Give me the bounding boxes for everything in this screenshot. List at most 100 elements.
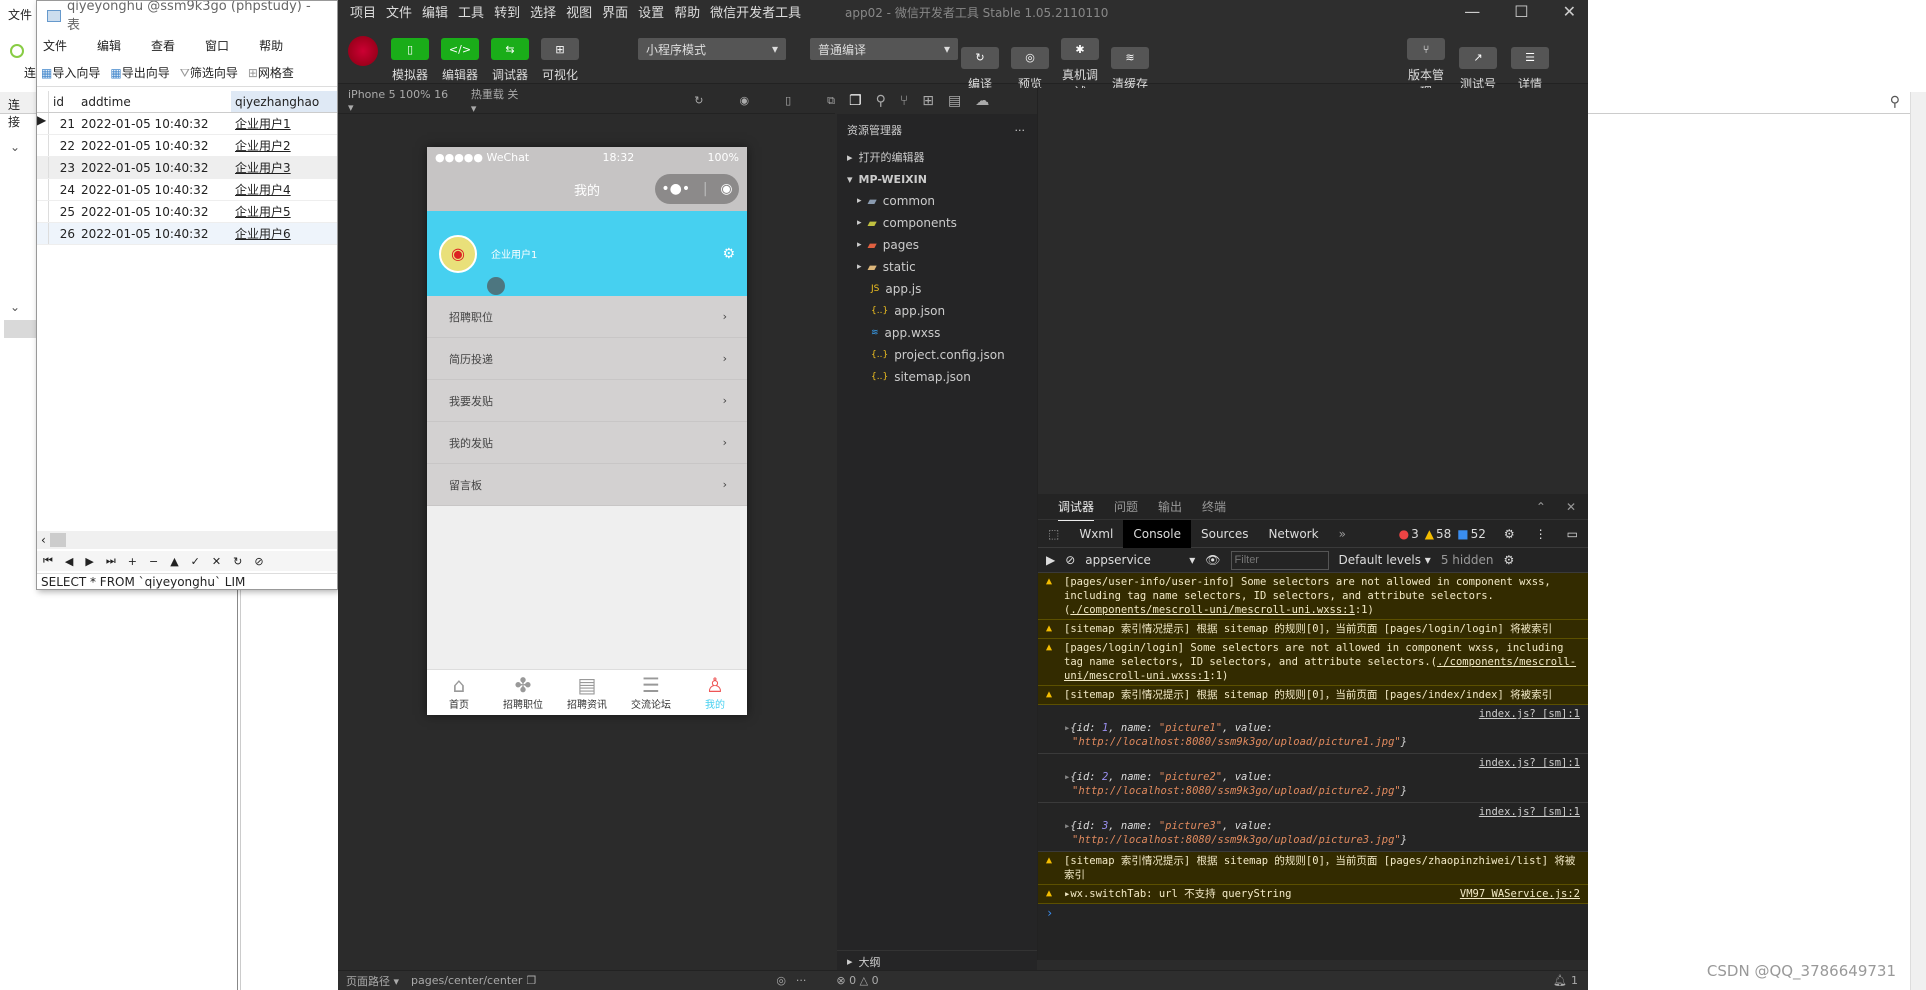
record-nav-button[interactable]: ↻: [233, 555, 242, 568]
cell-addtime[interactable]: 2022-01-05 10:40:32: [79, 139, 231, 153]
outline-icon[interactable]: ▤: [948, 93, 961, 109]
menu-item[interactable]: 项目: [350, 2, 376, 21]
record-nav-button[interactable]: ✕: [212, 555, 221, 568]
more-tabs-icon[interactable]: »: [1329, 527, 1356, 541]
tab-bar-item[interactable]: ⌂ 首页: [427, 670, 491, 715]
toolbar-button[interactable]: ☰ 详情: [1508, 46, 1552, 92]
cell-qiyezhanghao[interactable]: 企业用户1: [231, 115, 337, 132]
menu-item[interactable]: 编辑: [422, 2, 448, 21]
toolbar-button[interactable]: ↻ 编译: [958, 46, 1002, 92]
file-tree-item[interactable]: JS app.js: [837, 278, 1037, 300]
stop-icon[interactable]: ◉: [739, 94, 749, 107]
menu-item[interactable]: 视图: [566, 2, 592, 21]
tree-selected-item[interactable]: [4, 320, 36, 338]
cell-id[interactable]: 24: [49, 183, 79, 197]
cell-qiyezhanghao[interactable]: 企业用户3: [231, 159, 337, 176]
search-icon[interactable]: ⚲: [876, 93, 886, 109]
cell-qiyezhanghao[interactable]: 企业用户4: [231, 181, 337, 198]
table-row[interactable]: 24 2022-01-05 10:40:32 企业用户4: [37, 179, 337, 201]
outline-section[interactable]: ▸ 大纲: [837, 950, 1037, 972]
menu-item[interactable]: 设置: [638, 2, 664, 21]
cell-addtime[interactable]: 2022-01-05 10:40:32: [79, 117, 231, 131]
settings-icon[interactable]: ⚙: [1494, 527, 1525, 541]
profile-menu-item[interactable]: 我要发贴 ›: [427, 380, 747, 422]
import-wizard-button[interactable]: ▦导入向导: [41, 64, 100, 81]
menu-item[interactable]: 工具: [458, 2, 484, 21]
menu-item[interactable]: 编辑: [97, 37, 121, 54]
phone-icon[interactable]: ▯: [785, 94, 791, 107]
minimize-icon[interactable]: —: [1464, 2, 1480, 21]
eye-icon[interactable]: 👁: [1205, 553, 1220, 567]
object-preview[interactable]: ▸{id: 1, name: "picture1", value: "http:…: [1064, 721, 1580, 749]
inspect-icon[interactable]: ⬚: [1038, 527, 1069, 541]
tab-bar-item[interactable]: ☰ 交流论坛: [619, 670, 683, 715]
collapse-icon[interactable]: ⌃: [1536, 500, 1546, 514]
menu-item[interactable]: 界面: [602, 2, 628, 21]
record-nav-button[interactable]: ▶: [85, 555, 93, 568]
tab-bar-item[interactable]: ▤ 招聘资讯: [555, 670, 619, 715]
more-icon[interactable]: ···: [1015, 124, 1026, 137]
menu-item[interactable]: 文件: [43, 37, 67, 54]
profile-menu-item[interactable]: 简历投递 ›: [427, 338, 747, 380]
tab-console[interactable]: Console: [1123, 519, 1191, 548]
record-nav-button[interactable]: ✓: [191, 555, 200, 568]
tab-debugger[interactable]: 调试器: [1058, 493, 1095, 521]
sidebar-toggle-icon[interactable]: ▶: [1046, 553, 1055, 567]
mode-select[interactable]: 小程序模式 ▾: [638, 38, 786, 60]
preview-icon[interactable]: ◎: [776, 974, 786, 987]
warning-count[interactable]: 58: [1436, 527, 1455, 541]
table-row[interactable]: 23 2022-01-05 10:40:32 企业用户3: [37, 157, 337, 179]
tab-network[interactable]: Network: [1258, 527, 1328, 541]
column-header-qiyezhanghao[interactable]: qiyezhanghao: [231, 91, 337, 112]
cell-addtime[interactable]: 2022-01-05 10:40:32: [79, 161, 231, 175]
cell-id[interactable]: 21: [49, 117, 79, 131]
close-icon[interactable]: ✕: [1566, 500, 1576, 514]
connection-tab[interactable]: 连接: [0, 92, 36, 129]
menu-item[interactable]: 窗口: [205, 37, 229, 54]
file-tree-item[interactable]: ▸ ▰ components: [837, 212, 1037, 234]
cell-addtime[interactable]: 2022-01-05 10:40:32: [79, 205, 231, 219]
extensions-icon[interactable]: ⊞: [922, 93, 934, 109]
more-icon[interactable]: •●•: [661, 181, 690, 197]
toolbar-button[interactable]: ◎ 预览: [1008, 46, 1052, 92]
copy-icon[interactable]: ❐: [526, 974, 536, 987]
info-count[interactable]: 52: [1471, 527, 1494, 541]
tab-bar-item[interactable]: ✤ 招聘职位: [491, 670, 555, 715]
settings-icon[interactable]: ⚙: [722, 246, 735, 262]
file-tree-item[interactable]: {..} app.json: [837, 300, 1037, 322]
device-select[interactable]: iPhone 5 100% 16 ▾: [348, 88, 451, 114]
cell-id[interactable]: 25: [49, 205, 79, 219]
maximize-icon[interactable]: ☐: [1514, 2, 1528, 21]
search-icon[interactable]: ⚲: [1890, 94, 1900, 110]
column-header-id[interactable]: id: [49, 95, 79, 109]
record-nav-button[interactable]: −: [149, 555, 158, 568]
vertical-scrollbar[interactable]: [1910, 92, 1926, 990]
error-count[interactable]: 3: [1411, 527, 1423, 541]
row-selector[interactable]: [37, 201, 49, 222]
connection-icon[interactable]: [10, 44, 24, 58]
plugin-icon[interactable]: ☁: [975, 93, 989, 109]
column-header-addtime[interactable]: addtime: [79, 95, 231, 109]
toolbar-button[interactable]: ⊞ 可视化: [538, 38, 582, 83]
record-nav-button[interactable]: ▲: [170, 555, 178, 568]
menu-item[interactable]: 帮助: [259, 37, 283, 54]
source-link[interactable]: index.js? [sm]:1: [1072, 707, 1580, 721]
user-avatar[interactable]: [348, 36, 378, 66]
open-editors-section[interactable]: ▸ 打开的编辑器: [837, 146, 1037, 168]
context-select[interactable]: appservice ▾: [1085, 553, 1195, 567]
table-row[interactable]: 26 2022-01-05 10:40:32 企业用户6: [37, 223, 337, 245]
dock-icon[interactable]: ▭: [1557, 527, 1588, 541]
more-icon[interactable]: ···: [796, 974, 807, 987]
hot-reload-toggle[interactable]: 热重载 关 ▾: [471, 86, 524, 115]
clear-console-icon[interactable]: ⊘: [1065, 553, 1075, 567]
source-link[interactable]: index.js? [sm]:1: [1072, 756, 1580, 770]
toolbar-button[interactable]: </> 编辑器: [438, 38, 482, 83]
row-selector[interactable]: [37, 135, 49, 156]
cell-id[interactable]: 23: [49, 161, 79, 175]
record-nav-button[interactable]: ⏮: [43, 554, 53, 568]
cell-addtime[interactable]: 2022-01-05 10:40:32: [79, 227, 231, 241]
record-nav-button[interactable]: ⏭: [106, 554, 116, 568]
object-preview[interactable]: ▸{id: 2, name: "picture2", value: "http:…: [1064, 770, 1580, 798]
record-nav-button[interactable]: ⊘: [254, 555, 263, 568]
profile-menu-item[interactable]: 留言板 ›: [427, 464, 747, 506]
